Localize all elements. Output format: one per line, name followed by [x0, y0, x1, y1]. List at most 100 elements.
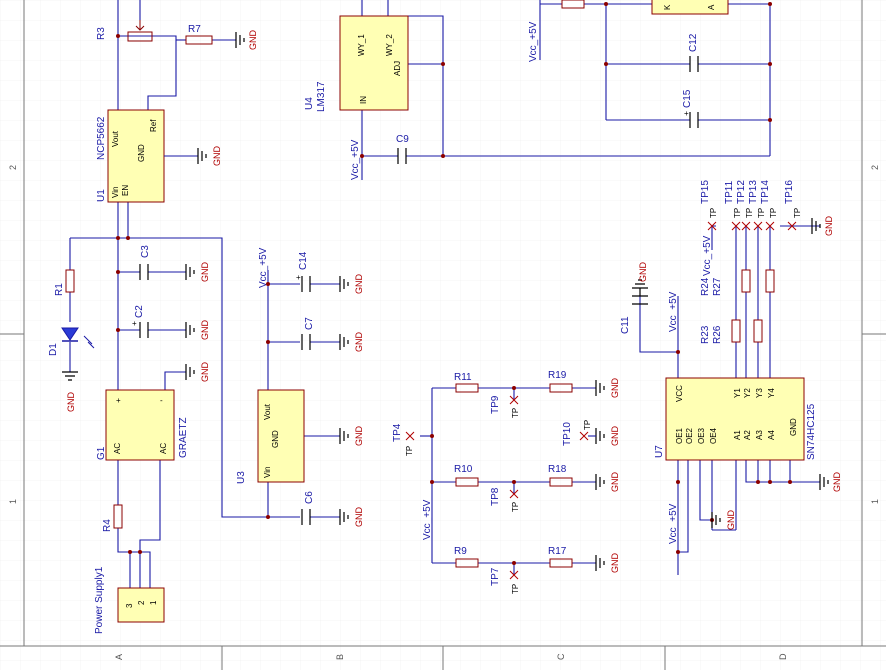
u7-designator: U7	[654, 445, 665, 458]
tp11-type: TP	[733, 208, 742, 218]
tp8-label: TP8	[490, 487, 501, 506]
u1-vout-pin: Vout	[111, 130, 120, 147]
svg-text:2: 2	[137, 600, 146, 605]
r1-label: R1	[54, 283, 65, 296]
relay-a-label: A	[707, 4, 716, 10]
c12-label: C12	[688, 33, 699, 52]
c2-label: C2	[134, 305, 145, 318]
tp9-type: TP	[511, 408, 520, 418]
tp14-type: TP	[769, 208, 778, 218]
tp12-type: TP	[745, 208, 754, 218]
gnd-label-u3: GND	[354, 426, 364, 447]
tp4-type: TP	[405, 446, 414, 456]
relay-k-label: K	[663, 4, 672, 10]
r11-label: R11	[454, 372, 472, 383]
u1-gnd-pin: GND	[137, 144, 146, 162]
u3-designator: U3	[236, 471, 247, 484]
tp7-type: TP	[511, 584, 520, 594]
gnd-label-oe: GND	[726, 510, 736, 531]
gnd-label-r17: GND	[610, 553, 620, 574]
r17-label: R17	[548, 546, 567, 557]
tp15-label: TP15	[700, 180, 711, 204]
u7-oe3-pin: OE3	[697, 427, 706, 444]
u7-gnd-pin: GND	[789, 418, 798, 436]
g1-ac1-pin: AC	[113, 443, 122, 454]
svg-text:+: +	[684, 109, 689, 118]
schematic-sheet: A B C D 2 1 2 1 R3 R7 GND Vout Ref GND V…	[0, 0, 886, 670]
c14-label: C14	[298, 251, 309, 270]
gnd-label-c11: GND	[638, 262, 648, 283]
tp16-type: TP	[793, 208, 802, 218]
d1-label: D1	[48, 343, 59, 356]
gnd-label-r19: GND	[610, 378, 620, 399]
frame-col-d: D	[778, 653, 788, 660]
r26-label: R26	[712, 325, 723, 344]
g1-ac2-pin: AC	[159, 443, 168, 454]
frame-col-b: B	[335, 654, 345, 660]
u4-designator: U4	[304, 97, 315, 110]
r18-label: R18	[548, 464, 567, 475]
r3-label: R3	[96, 27, 107, 40]
u3-vin-pin: Vin	[263, 467, 272, 478]
u7-oe2-pin: OE2	[685, 427, 694, 444]
c7-label: C7	[304, 317, 315, 330]
tp10-type: TP	[583, 420, 592, 430]
vcc-label-top: Vcc_+5V	[528, 21, 539, 62]
u7-a3-pin: A3	[755, 430, 764, 440]
u1-ref-pin: Ref	[149, 119, 158, 132]
u7-y2-pin: Y2	[743, 388, 752, 398]
u1-vin-pin: Vin	[111, 187, 120, 198]
u7-y1-pin: Y1	[733, 388, 742, 398]
gnd-label-tp10: GND	[610, 426, 620, 447]
tp11-label: TP11	[724, 180, 735, 204]
power-supply-label: Power Supply1	[94, 566, 105, 634]
gnd-label-d1: GND	[66, 392, 76, 413]
frame-col-c: C	[556, 653, 566, 660]
frame-row-2-left: 2	[8, 165, 18, 170]
frame-row-1-right: 1	[870, 499, 880, 504]
frame-row-1-left: 1	[8, 499, 18, 504]
vcc-label-u7-bottom: Vcc_+5V	[668, 503, 679, 544]
svg-text:+: +	[116, 396, 121, 405]
svg-text:-: -	[160, 396, 163, 405]
tp13-type: TP	[757, 208, 766, 218]
vcc-label-u3: Vcc_+5V	[258, 247, 269, 288]
r27-label: R27	[712, 277, 723, 296]
tp12-label: TP12	[736, 180, 747, 204]
g1-designator: G1	[96, 446, 107, 460]
svg-text:+: +	[296, 273, 301, 282]
u1-designator: U1	[96, 189, 107, 202]
gnd-label-u1: GND	[212, 146, 222, 167]
c11-label: C11	[620, 316, 631, 334]
gnd-label-c6: GND	[354, 507, 364, 528]
u7-vcc-pin: VCC	[675, 385, 684, 402]
vcc-label-center: Vcc_+5V	[422, 499, 433, 540]
r4-label: R4	[102, 519, 113, 532]
c15-label: C15	[682, 89, 693, 108]
g1-part-number: GRAETZ	[178, 417, 189, 458]
relay-k[interactable]: K A	[651, 0, 729, 15]
frame-row-2-right: 2	[870, 165, 880, 170]
u7-y4-pin: Y4	[767, 388, 776, 398]
tp10-label: TP10	[562, 422, 573, 446]
u7-part-number: SN74HC125	[806, 403, 817, 460]
u3-gnd-pin: GND	[271, 430, 280, 448]
gnd-label-r18: GND	[610, 472, 620, 493]
gnd-label-c7: GND	[354, 332, 364, 353]
tp4-label: TP4	[392, 423, 403, 442]
u7-a4-pin: A4	[767, 430, 776, 440]
u7-a2-pin: A2	[743, 430, 752, 440]
ic-u7[interactable]: VCC Y1 Y2 Y3 Y4 OE1 OE2 OE3 OE4 A1 A2 A3…	[654, 377, 817, 461]
vcc-label-u4: Vcc_+5V	[350, 139, 361, 180]
tp16-label: TP16	[784, 180, 795, 204]
r9-label: R9	[454, 546, 467, 557]
c3-label: C3	[140, 245, 151, 258]
r23-label: R23	[700, 325, 711, 344]
u1-en-pin: EN	[121, 185, 130, 196]
r19-label: R19	[548, 370, 567, 381]
u4-in-pin: IN	[359, 96, 368, 104]
u7-oe4-pin: OE4	[709, 427, 718, 444]
gnd-label-c14: GND	[354, 274, 364, 295]
gnd-label-c3: GND	[200, 262, 210, 283]
tp8-type: TP	[511, 502, 520, 512]
